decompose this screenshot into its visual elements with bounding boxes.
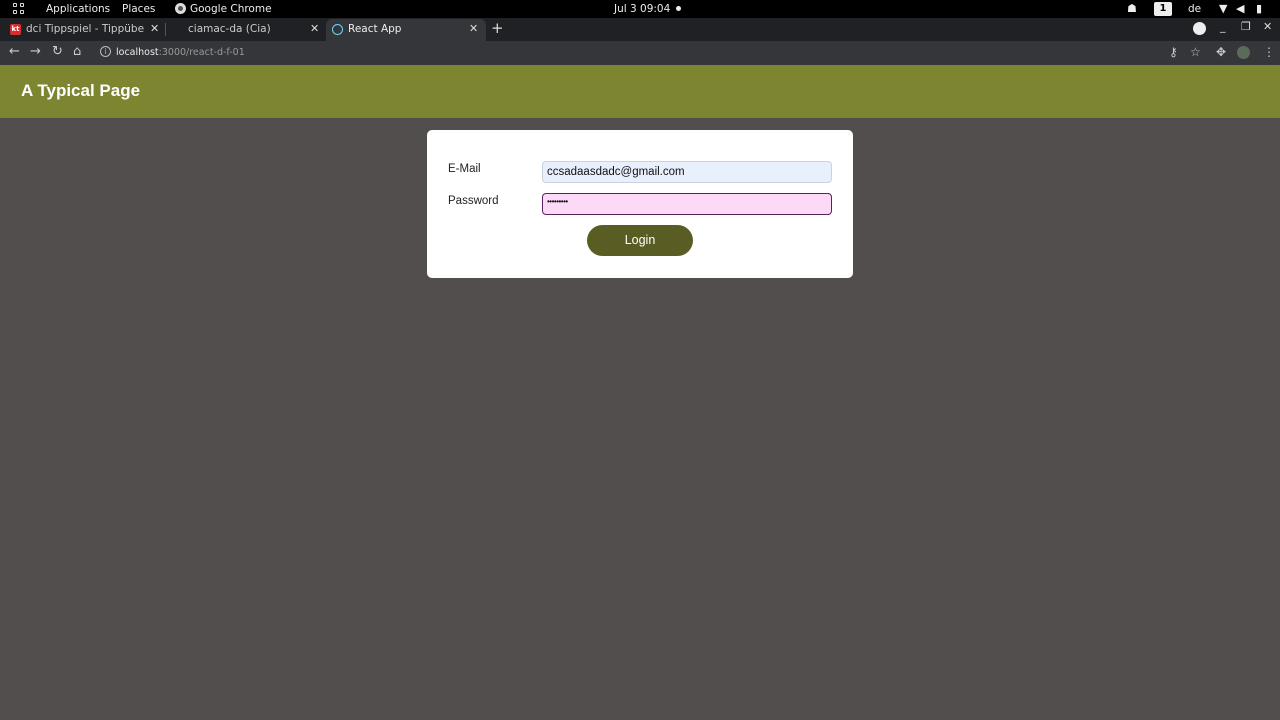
email-label: E-Mail	[448, 163, 481, 175]
url-host: localhost	[116, 47, 159, 58]
email-value: ccsadaasdadc@gmail.com	[547, 166, 685, 178]
minimize-icon[interactable]: _	[1220, 20, 1226, 33]
tab-title: React App	[348, 23, 402, 35]
profile-avatar[interactable]	[1237, 46, 1250, 59]
bookmark-star-icon[interactable]: ☆	[1190, 45, 1201, 59]
url-path: :3000/react-d-f-01	[158, 47, 245, 58]
url-text[interactable]: localhost:3000/react-d-f-01	[116, 47, 245, 58]
tab-title: ciamac-da (Cia)	[188, 23, 271, 35]
restore-icon[interactable]: ❐	[1241, 20, 1251, 33]
tab-search-icon[interactable]	[1193, 22, 1206, 35]
tab-ciamac-da[interactable]: ciamac-da (Cia) ✕	[166, 19, 324, 41]
close-window-icon[interactable]: ✕	[1263, 20, 1272, 33]
chrome-app-icon	[175, 3, 186, 14]
applications-menu[interactable]: Applications	[46, 3, 110, 15]
browser-tab-strip: kt dci Tippspiel - Tippübersi ✕ ciamac-d…	[0, 18, 1280, 41]
password-mask: •••••••••	[547, 197, 568, 206]
people-icon[interactable]: ☗	[1127, 2, 1137, 15]
close-tab-icon[interactable]: ✕	[469, 22, 478, 35]
keyboard-layout[interactable]: de	[1188, 3, 1201, 15]
address-bar[interactable]: i localhost:3000/react-d-f-01	[94, 43, 1164, 63]
site-info-icon[interactable]: i	[100, 46, 111, 57]
browser-toolbar: ← → ↻ ⌂ i localhost:3000/react-d-f-01 ⚷ …	[0, 41, 1280, 65]
places-menu[interactable]: Places	[122, 3, 155, 15]
active-app-label[interactable]: Google Chrome	[190, 3, 272, 15]
close-tab-icon[interactable]: ✕	[150, 22, 159, 35]
extensions-puzzle-icon[interactable]: ✥	[1216, 45, 1226, 59]
tab-react-app[interactable]: React App ✕	[326, 19, 486, 41]
reload-icon[interactable]: ↻	[52, 44, 63, 59]
password-label: Password	[448, 195, 499, 207]
tab-title: dci Tippspiel - Tippübersi	[26, 23, 144, 35]
password-field[interactable]: •••••••••	[542, 193, 832, 215]
wifi-icon[interactable]: ▼	[1219, 2, 1227, 15]
back-arrow-icon[interactable]: ←	[9, 44, 20, 59]
notification-dot-icon	[676, 6, 681, 11]
tab-dci-tippspiel[interactable]: kt dci Tippspiel - Tippübersi ✕	[4, 19, 162, 41]
battery-icon[interactable]: ▮	[1256, 2, 1262, 15]
email-field[interactable]: ccsadaasdadc@gmail.com	[542, 161, 832, 183]
login-button[interactable]: Login	[587, 225, 693, 256]
menu-dots-icon[interactable]: ⋮	[1263, 45, 1275, 59]
clock[interactable]: Jul 3 09:04	[614, 3, 670, 15]
workspace-indicator[interactable]: 1	[1154, 2, 1172, 16]
kicktipp-favicon-icon: kt	[10, 24, 21, 35]
home-icon[interactable]: ⌂	[73, 44, 81, 59]
new-tab-button[interactable]: +	[491, 19, 504, 37]
login-card: E-Mail ccsadaasdadc@gmail.com Password •…	[427, 130, 853, 278]
key-icon[interactable]: ⚷	[1169, 45, 1178, 59]
app-header: A Typical Page	[0, 65, 1280, 118]
close-tab-icon[interactable]: ✕	[310, 22, 319, 35]
system-top-bar: Applications Places Google Chrome Jul 3 …	[0, 0, 1280, 18]
react-favicon-icon	[332, 24, 343, 35]
volume-icon[interactable]: ◀	[1236, 2, 1244, 15]
page-title: A Typical Page	[21, 81, 141, 100]
forward-arrow-icon[interactable]: →	[30, 44, 41, 59]
activities-grid-icon[interactable]	[13, 3, 25, 15]
